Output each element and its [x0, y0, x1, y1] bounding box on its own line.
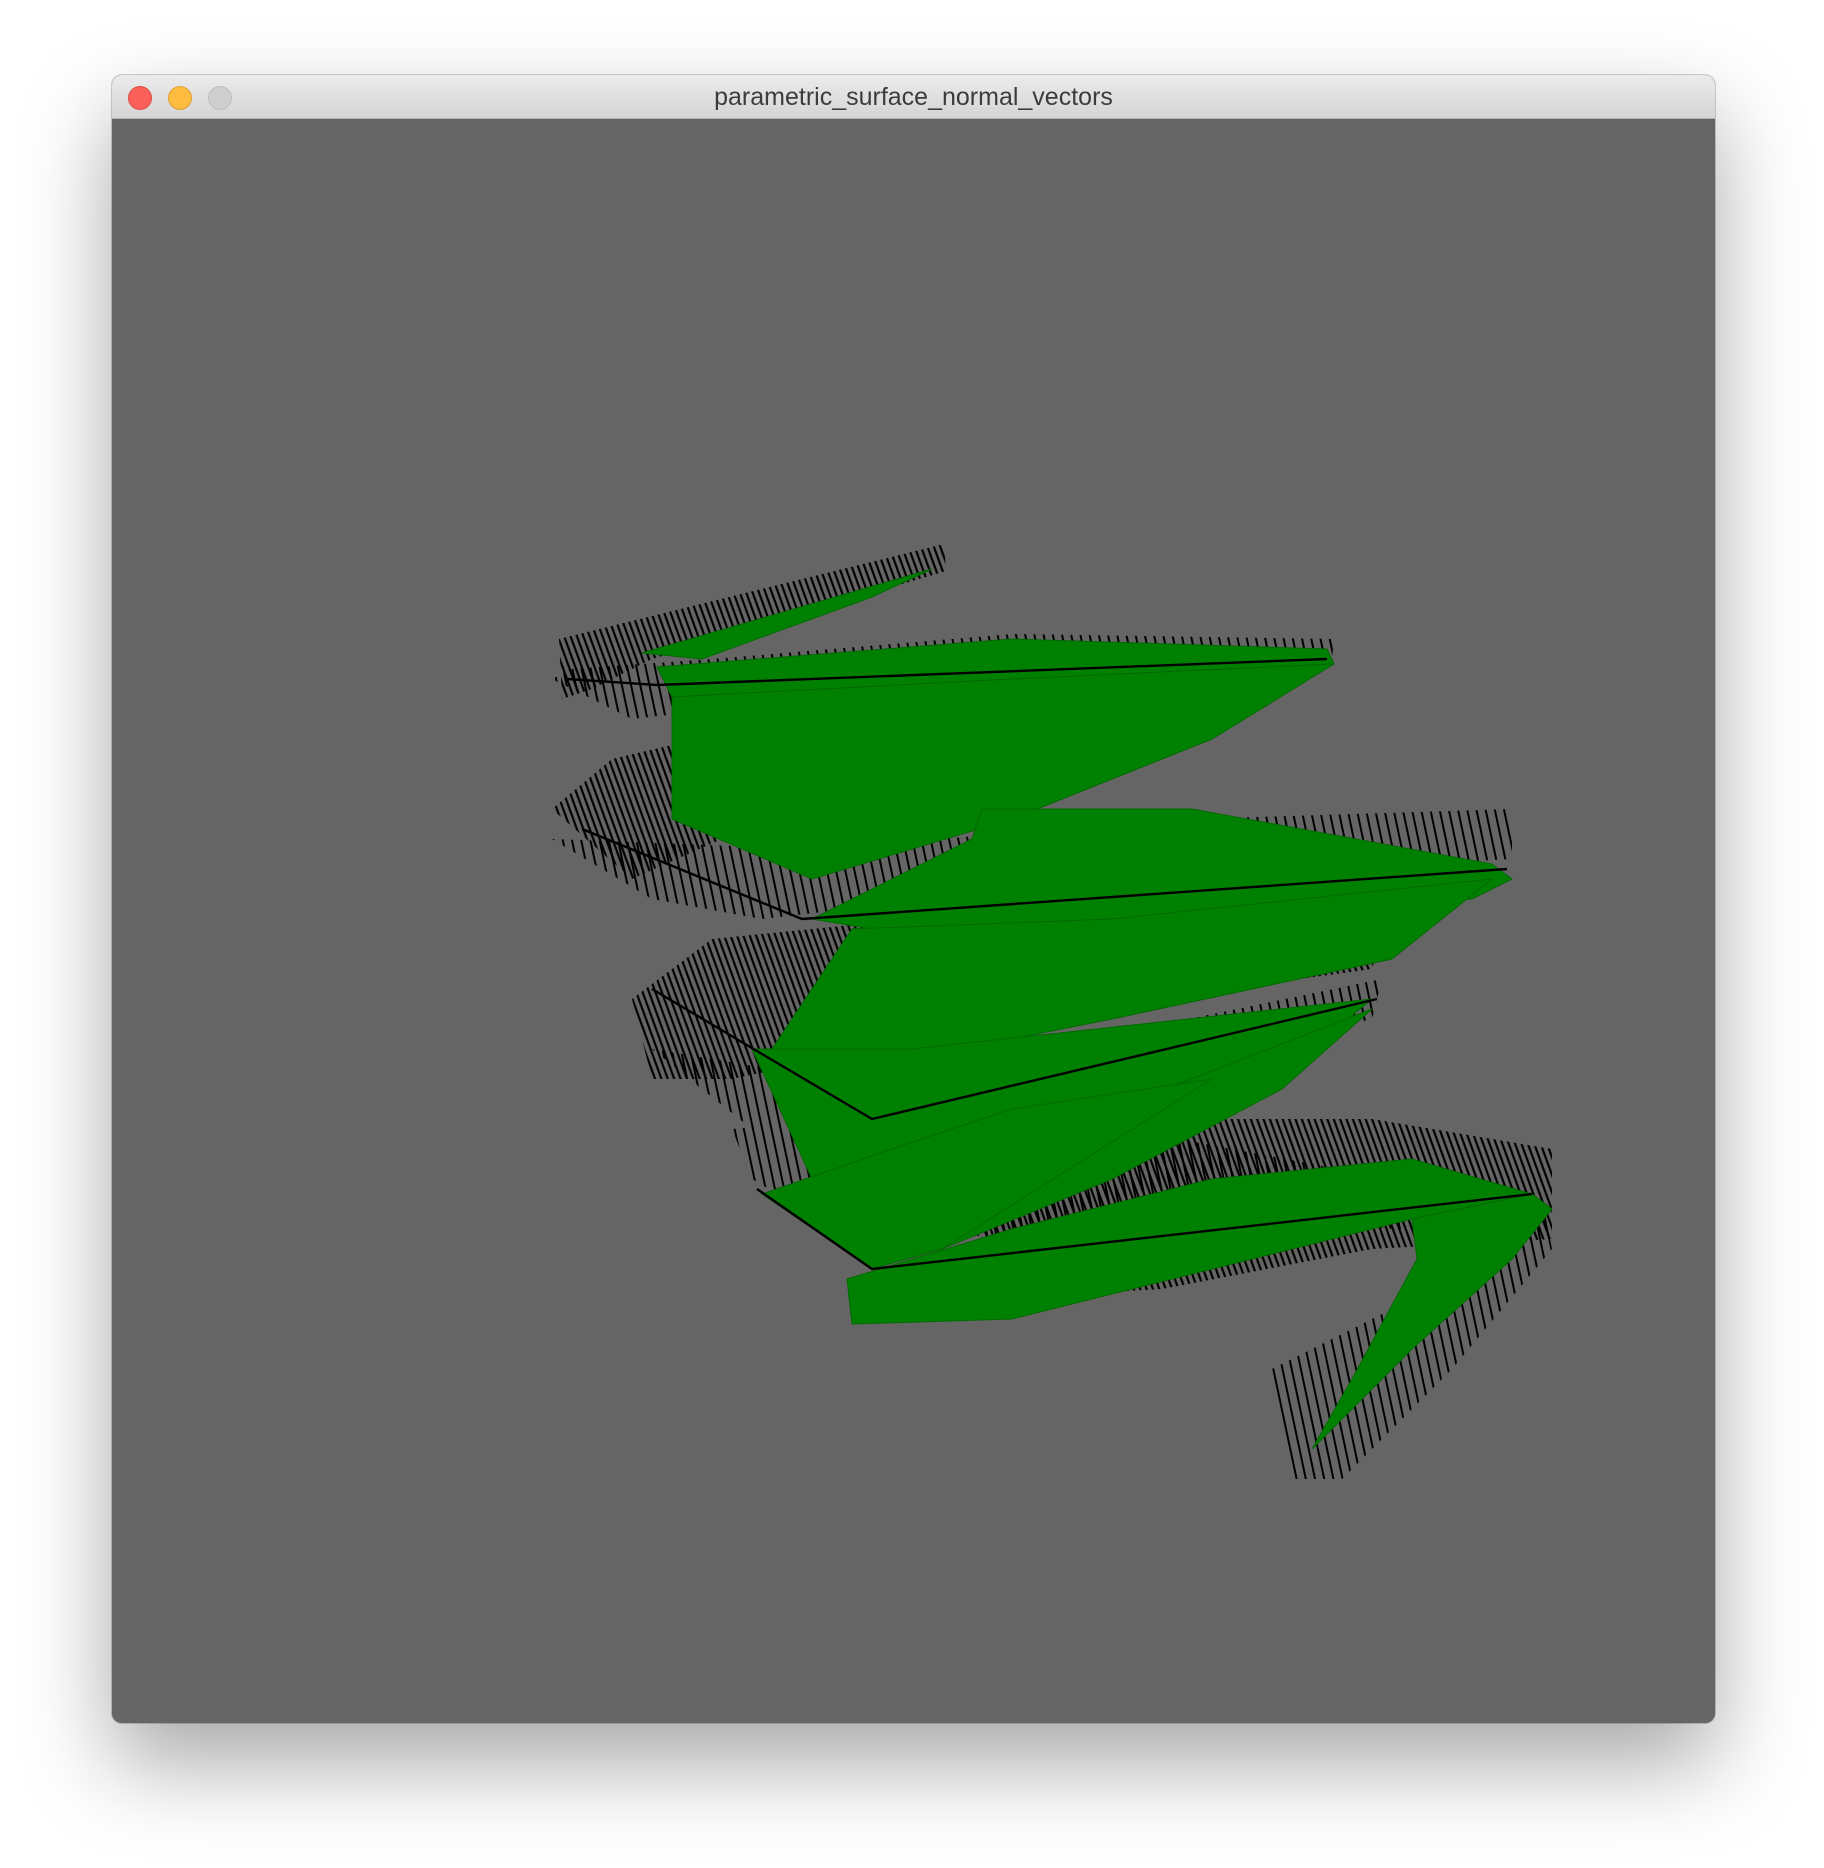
- render-canvas[interactable]: [112, 119, 1715, 1723]
- title-bar[interactable]: parametric_surface_normal_vectors: [112, 75, 1715, 119]
- window-title: parametric_surface_normal_vectors: [714, 83, 1113, 111]
- surface-render: [552, 544, 1553, 1479]
- app-window: parametric_surface_normal_vectors: [112, 75, 1715, 1723]
